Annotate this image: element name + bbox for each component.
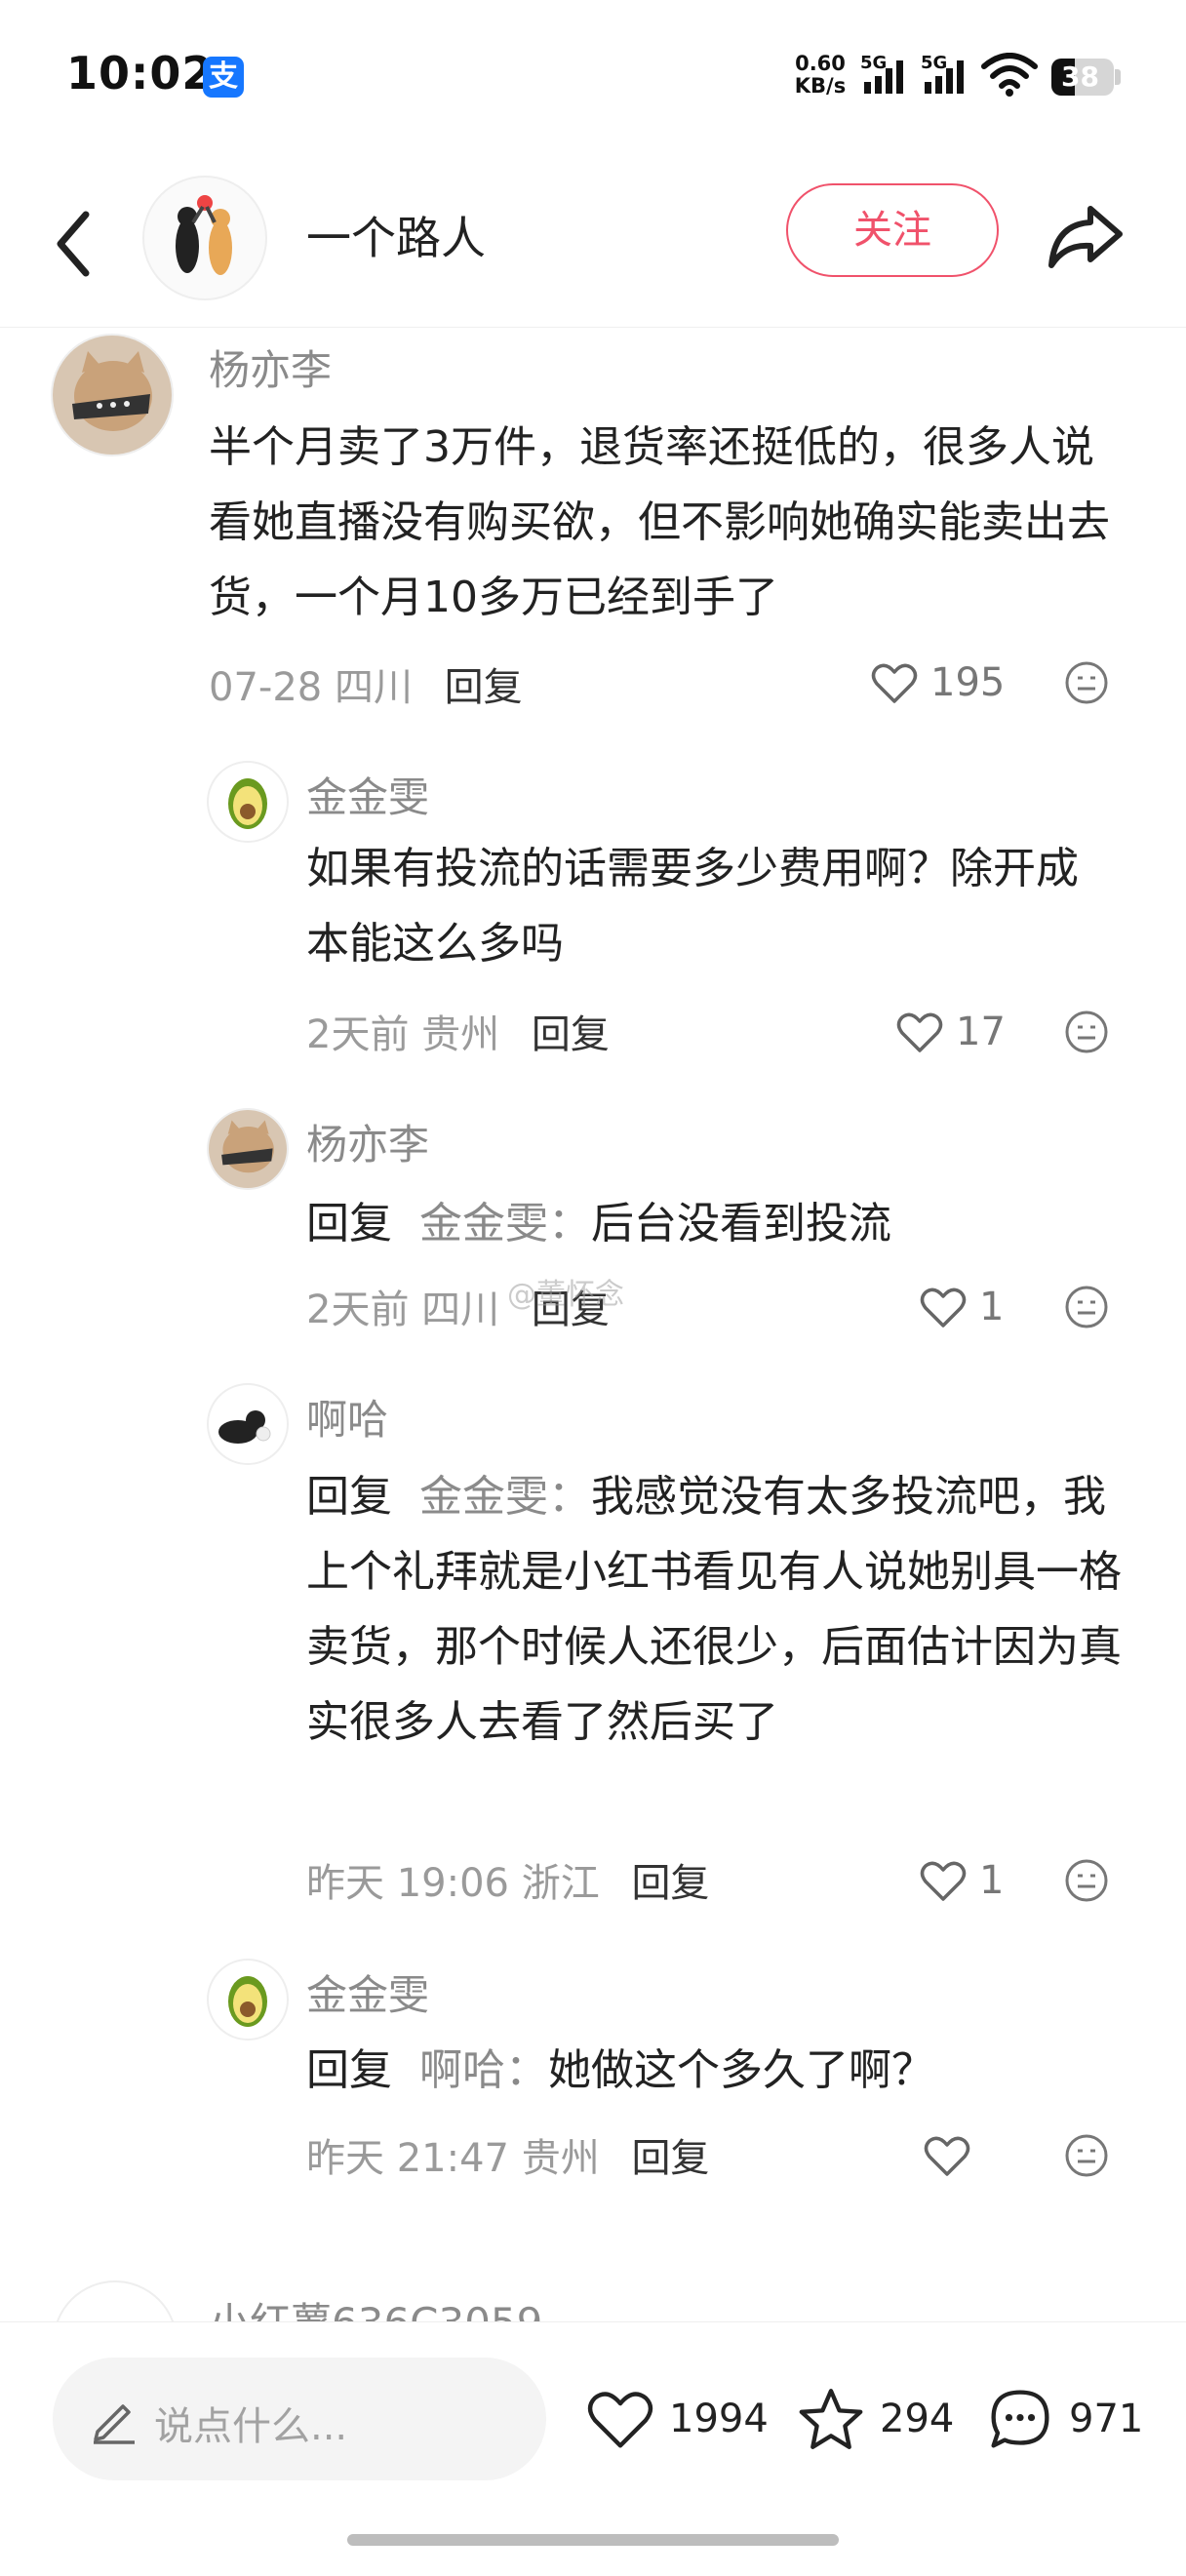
comment-like-count: 195 [930,660,1006,705]
reply-button[interactable]: 回复 [631,1861,709,1906]
emoji-face-icon[interactable] [1063,1284,1110,1330]
network-speed-value: 0.60 [795,52,846,75]
follow-button[interactable]: 关注 [786,183,999,277]
comment-like-count: 17 [956,1010,1006,1054]
comment-time: 昨天 19:06 [306,1861,509,1906]
comment-meta: 昨天 19:06 浙江 回复 [306,1851,709,1908]
comment-time: 07-28 [209,665,323,710]
collect-count: 294 [880,2397,955,2441]
comment-input[interactable]: 说点什么... [53,2358,546,2480]
comment-username[interactable]: 杨亦李 [306,1112,429,1171]
network-speed: 0.60 KB/s [790,53,850,98]
comment-time: 2天前 [306,1012,410,1057]
emoji-face-icon[interactable] [1063,1009,1110,1055]
comment-input-placeholder: 说点什么... [154,2404,348,2449]
comment-location: 贵州 [421,1012,500,1057]
reply-prefix: 回复 [306,2045,392,2095]
back-arrow-icon[interactable] [45,195,103,293]
heart-icon [924,2136,970,2176]
note-header: 一个路人 关注 [0,166,1186,328]
emoji-face-icon[interactable] [1063,1857,1110,1904]
user-avatar[interactable] [207,1108,289,1190]
share-arrow-icon[interactable] [1044,195,1126,277]
comment-location: 四川 [334,665,413,710]
comment-location: 贵州 [521,2136,600,2181]
user-avatar[interactable] [207,1383,289,1465]
cat-avatar-icon [53,336,172,455]
comment-username[interactable]: 啊哈 [306,1387,388,1447]
reply-button[interactable]: 回复 [631,2136,709,2181]
alipay-notification-icon: 支 [203,57,244,98]
reply-target-username[interactable]: 金金雯： [419,1472,591,1522]
home-indicator[interactable] [347,2534,839,2546]
comment-count: 971 [1069,2397,1144,2441]
comment-like-count: 1 [979,1858,1005,1903]
comment-text[interactable]: 半个月卖了3万件，退货率还挺低的，很多人说看她直播没有购买欲，但不影响她确实能卖… [209,410,1116,635]
avocado-avatar-icon [228,778,267,829]
status-bar: 10:02 支 0.60 KB/s 5G 5G 38 [0,0,1186,156]
comment-text[interactable]: 回复 啊哈：她做这个多久了啊？ [306,2033,1116,2108]
cats-avatar-icon [176,195,232,275]
author-name[interactable]: 一个路人 [306,203,486,267]
comment-location: 四川 [421,1288,500,1332]
comment-text[interactable]: 回复 金金雯：我感觉没有太多投流吧，我上个礼拜就是小红书看见有人说她别具一格卖货… [306,1459,1126,1760]
comment-time: 2天前 [306,1288,410,1332]
reply-button[interactable]: 回复 [445,665,523,710]
comment-like-button[interactable]: 17 [895,1005,1006,1059]
comment-like-button[interactable]: 1 [919,1280,1004,1334]
user-avatar[interactable] [51,334,174,456]
heart-icon [871,663,918,703]
comment-username[interactable]: 金金雯 [306,1962,429,2022]
emoji-face-icon[interactable] [1063,2132,1110,2179]
cat-avatar-icon [209,1110,287,1188]
chat-bubble-icon [991,2390,1049,2448]
battery-icon: 38 [1051,59,1114,96]
user-avatar[interactable] [207,1959,289,2041]
reply-target-username[interactable]: 金金雯： [419,1199,591,1248]
battery-tip [1115,69,1121,85]
pencil-icon [94,2404,135,2444]
avocado-avatar-icon [228,1976,267,2027]
comment-username[interactable]: 金金雯 [306,765,429,824]
comment-text[interactable]: 回复 金金雯：后台没看到投流 [306,1186,1116,1261]
reply-target-username[interactable]: 啊哈： [419,2045,548,2095]
comment-button[interactable]: 971 [985,2375,1143,2463]
comment-meta: 2天前 贵州 回复 [306,1003,610,1059]
user-avatar[interactable] [207,761,289,843]
reply-body: 她做这个多久了啊？ [547,2045,934,2095]
watermark: @董怀念 [507,1278,624,1312]
author-avatar[interactable] [142,176,267,300]
heart-icon [920,1288,967,1328]
comment-like-count: 1 [979,1285,1005,1329]
black-cat-avatar-icon [218,1410,271,1444]
comment-like-button[interactable]: 195 [870,655,1005,710]
heart-icon [587,2392,653,2448]
heart-icon [896,1012,943,1052]
heart-icon [920,1861,967,1901]
network-speed-unit: KB/s [794,74,847,98]
star-icon [799,2389,863,2449]
battery-level: 38 [1061,60,1099,93]
comment-text[interactable]: 如果有投流的话需要多少费用啊？除开成本能这么多吗 [306,831,1116,981]
reply-button[interactable]: 回复 [532,1012,610,1057]
wifi-icon [981,53,1038,97]
comment-like-button[interactable] [923,2128,983,2183]
comment-like-button[interactable]: 1 [919,1853,1004,1908]
comment-username[interactable]: 杨亦李 [209,337,332,397]
comment-location: 浙江 [521,1861,600,1906]
comment-meta: 07-28 四川 回复 [209,655,523,712]
reply-prefix: 回复 [306,1472,392,1522]
reply-prefix: 回复 [306,1199,392,1248]
comment-time: 昨天 21:47 [306,2136,509,2181]
status-time: 10:02 [66,47,215,99]
reply-body: 后台没看到投流 [590,1199,891,1248]
collect-button[interactable]: 294 [796,2375,954,2463]
emoji-face-icon[interactable] [1063,659,1110,706]
comment-meta: 昨天 21:47 贵州 回复 [306,2126,709,2183]
like-count: 1994 [669,2397,769,2441]
like-button[interactable]: 1994 [585,2375,769,2463]
